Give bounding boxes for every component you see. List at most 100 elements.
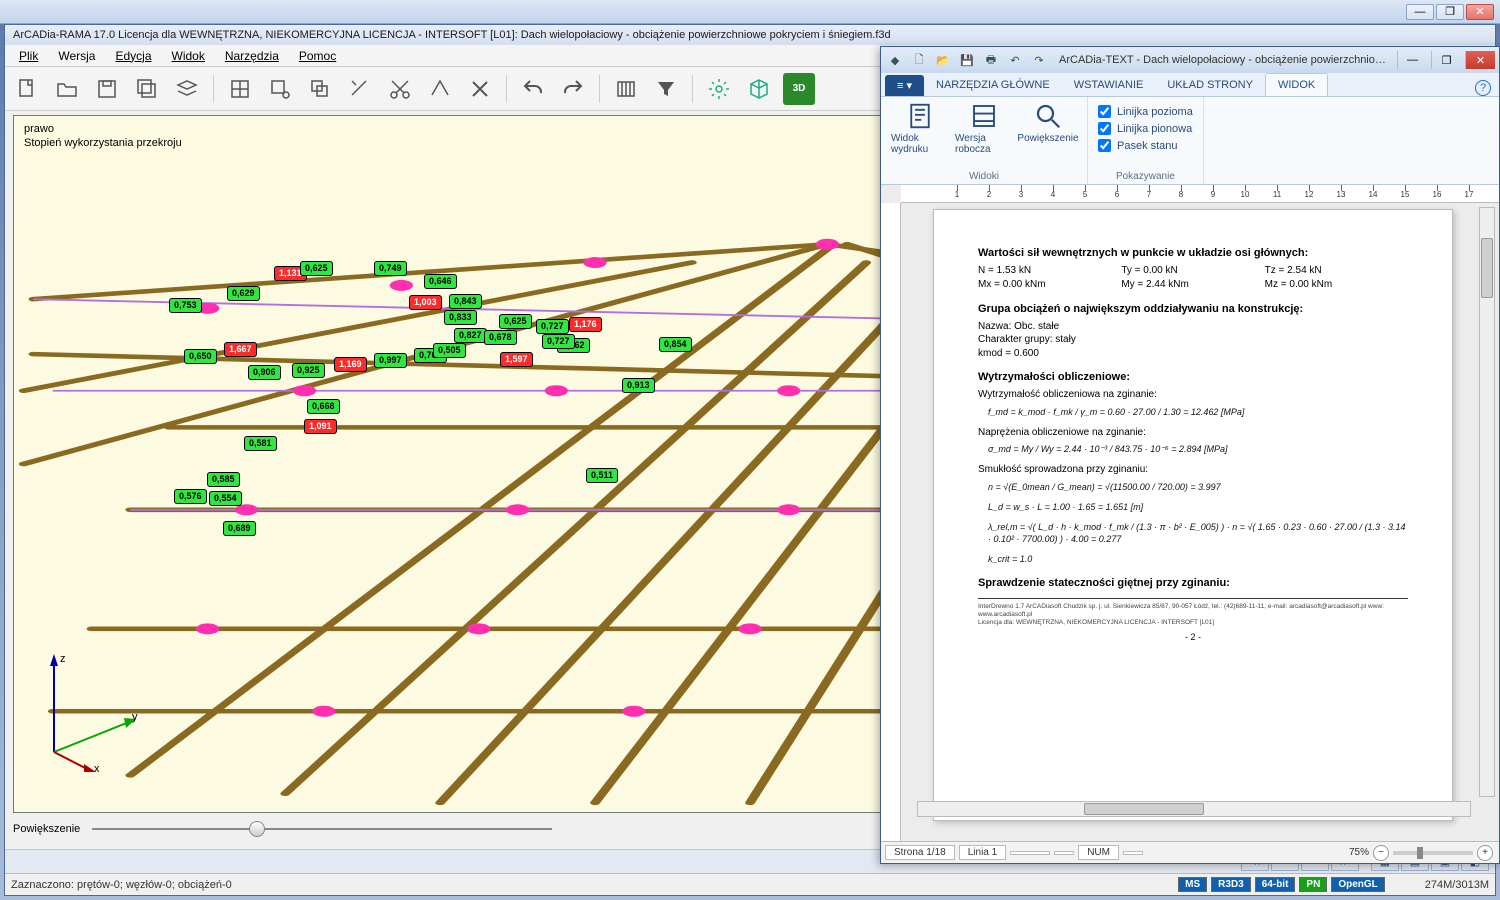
horizontal-ruler[interactable]: 1234567891011121314151617 — [901, 185, 1499, 203]
qat-app-icon[interactable]: ◆ — [885, 51, 905, 69]
qat-new-icon[interactable]: 🗋 — [909, 51, 929, 69]
copy-icon[interactable] — [304, 73, 336, 105]
qat-print-icon[interactable]: 🖶 — [981, 51, 1001, 69]
move-icon[interactable] — [424, 73, 456, 105]
utilization-tag[interactable]: 1,169 — [334, 357, 367, 372]
cut-icon[interactable] — [384, 73, 416, 105]
save-icon[interactable] — [91, 73, 123, 105]
report-hscrollbar[interactable] — [917, 801, 1471, 817]
utilization-tag[interactable]: 1,003 — [409, 295, 442, 310]
layers-icon[interactable] — [171, 73, 203, 105]
utilization-tag[interactable]: 0,511 — [586, 468, 618, 483]
utilization-tag[interactable]: 0,650 — [184, 349, 217, 364]
settings-icon[interactable] — [703, 73, 735, 105]
save-all-icon[interactable] — [131, 73, 163, 105]
ribbon-tab-insert[interactable]: WSTAWIANIE — [1062, 74, 1156, 96]
app-status-bar: Zaznaczono: prętów-0; węzłów-0; obciążeń… — [5, 873, 1495, 895]
grid-icon[interactable] — [224, 73, 256, 105]
os-maximize-button[interactable]: ❐ — [1436, 4, 1464, 20]
utilization-tag[interactable]: 0,581 — [244, 436, 277, 451]
draft-view-button[interactable]: Wersja robocza — [955, 101, 1013, 155]
undo-icon[interactable] — [517, 73, 549, 105]
utilization-tag[interactable]: 0,678 — [484, 330, 517, 345]
report-page: Wartości sił wewnętrznych w punkcie w uk… — [933, 209, 1453, 821]
ribbon-file-tab[interactable]: ≡ ▾ — [885, 75, 924, 96]
report-vscrollbar[interactable] — [1479, 207, 1495, 797]
utilization-tag[interactable]: 1,176 — [569, 317, 602, 332]
os-minimize-button[interactable]: — — [1406, 4, 1434, 20]
menu-pomoc[interactable]: Pomoc — [289, 46, 346, 66]
ribbon-help-icon[interactable]: ? — [1475, 80, 1491, 96]
new-file-icon[interactable] — [11, 73, 43, 105]
menu-edycja[interactable]: Edycja — [105, 46, 161, 66]
utilization-tag[interactable]: 0,629 — [227, 286, 260, 301]
menu-plik[interactable]: Plik — [9, 46, 48, 66]
delete-icon[interactable] — [464, 73, 496, 105]
utilization-tag[interactable]: 0,625 — [300, 261, 333, 276]
zoom-in-button[interactable]: + — [1477, 845, 1493, 861]
qat-save-icon[interactable]: 💾 — [957, 51, 977, 69]
status-pill-pn: PN — [1299, 877, 1327, 892]
utilization-tag[interactable]: 0,906 — [248, 365, 281, 380]
status-page: Strona 1/18 — [885, 845, 955, 860]
utilization-tag[interactable]: 1,667 — [224, 342, 257, 357]
utilization-tag[interactable]: 0,727 — [542, 334, 575, 349]
print-view-button[interactable]: Widok wydruku — [891, 101, 949, 155]
utilization-tag[interactable]: 0,554 — [209, 491, 242, 506]
svg-text:x: x — [94, 763, 100, 772]
filter-icon[interactable] — [650, 73, 682, 105]
utilization-tag[interactable]: 0,833 — [444, 310, 477, 325]
qat-undo-icon[interactable]: ↶ — [1005, 51, 1025, 69]
vertical-ruler[interactable] — [881, 203, 901, 841]
ribbon-tab-view[interactable]: WIDOK — [1265, 73, 1328, 96]
ribbon-tab-layout[interactable]: UKŁAD STRONY — [1155, 74, 1265, 96]
menu-wersja[interactable]: Wersja — [48, 46, 105, 66]
menu-narzedzia[interactable]: Narzędzia — [215, 46, 289, 66]
utilization-tag[interactable]: 0,668 — [307, 399, 340, 414]
utilization-tag[interactable]: 0,689 — [223, 521, 256, 536]
zoom-button[interactable]: Powiększenie — [1019, 101, 1077, 144]
utilization-tag[interactable]: 0,843 — [449, 294, 482, 309]
chk-statusbar[interactable]: Pasek stanu — [1098, 139, 1193, 152]
status-pill-64-bit: 64-bit — [1255, 877, 1296, 892]
utilization-tag[interactable]: 1,597 — [500, 352, 533, 367]
utilization-tag[interactable]: 0,585 — [207, 472, 240, 487]
utilization-tag[interactable]: 0,997 — [374, 353, 407, 368]
utilization-tag[interactable]: 0,753 — [169, 298, 202, 313]
edit-bar-icon[interactable] — [344, 73, 376, 105]
open-file-icon[interactable] — [51, 73, 83, 105]
utilization-tag[interactable]: 0,913 — [622, 378, 655, 393]
utilization-tag[interactable]: 0,727 — [536, 319, 569, 334]
menu-widok[interactable]: Widok — [162, 46, 215, 66]
os-titlebar: — ❐ ✕ — [0, 0, 1500, 24]
utilization-tag[interactable]: 0,749 — [374, 261, 407, 276]
render-icon[interactable] — [610, 73, 642, 105]
utilization-tag[interactable]: 1,091 — [304, 419, 337, 434]
selection-status: Zaznaczono: prętów-0; węzłów-0; obciążeń… — [11, 879, 232, 891]
utilization-tag[interactable]: 0,576 — [174, 489, 207, 504]
utilization-tag[interactable]: 0,854 — [659, 337, 692, 352]
chk-vruler[interactable]: Linijka pionowa — [1098, 122, 1193, 135]
report-min-button[interactable]: — — [1397, 51, 1427, 69]
view3d-icon[interactable]: 3D — [783, 73, 815, 105]
utilization-tag[interactable]: 0,925 — [292, 363, 325, 378]
redo-icon[interactable] — [557, 73, 589, 105]
utilization-tag[interactable]: 0,505 — [433, 343, 466, 358]
select-node-icon[interactable] — [264, 73, 296, 105]
zoom-out-button[interactable]: − — [1373, 845, 1389, 861]
ribbon-tab-main[interactable]: NARZĘDZIA GŁÓWNE — [924, 74, 1062, 96]
qat-redo-icon[interactable]: ↷ — [1029, 51, 1049, 69]
report-max-button[interactable]: ❐ — [1431, 51, 1461, 69]
os-close-button[interactable]: ✕ — [1466, 4, 1494, 20]
utilization-tag[interactable]: 0,827 — [454, 328, 487, 343]
zoom-slider-small[interactable] — [1393, 851, 1473, 855]
status-blank2 — [1054, 851, 1074, 855]
qat-open-icon[interactable]: 📂 — [933, 51, 953, 69]
chk-hruler[interactable]: Linijka pozioma — [1098, 105, 1193, 118]
cube-icon[interactable] — [743, 73, 775, 105]
utilization-tag[interactable]: 0,625 — [499, 314, 532, 329]
utilization-tag[interactable]: 0,646 — [424, 274, 457, 289]
main-window-title: ArCADia-RAMA 17.0 Licencja dla WEWNĘTRZN… — [5, 25, 1495, 45]
zoom-slider[interactable] — [92, 819, 552, 839]
report-close-button[interactable]: ✕ — [1465, 51, 1495, 69]
